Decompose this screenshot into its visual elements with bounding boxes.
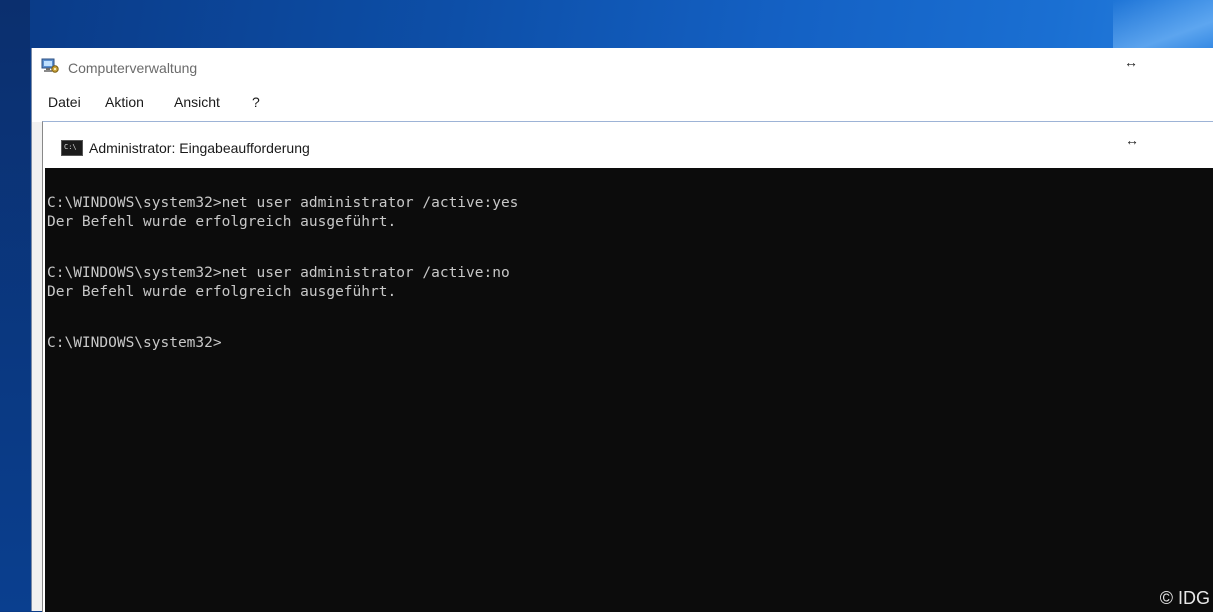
console-line-command: C:\WINDOWS\system32>net user administrat… xyxy=(47,195,519,211)
command-prompt-window[interactable]: C:\ Administrator: Eingabeaufforderung ↔… xyxy=(42,121,1213,612)
resize-arrows-icon[interactable]: ↔ xyxy=(1125,132,1139,148)
menu-ansicht[interactable]: Ansicht xyxy=(174,94,220,110)
console-line-output: Der Befehl wurde erfolgreich ausgeführt. xyxy=(47,284,397,300)
command-prompt-titlebar[interactable]: C:\ Administrator: Eingabeaufforderung ↔ xyxy=(43,122,1213,168)
resize-arrows-icon[interactable]: ↔ xyxy=(1124,54,1138,70)
command-prompt-icon-text: C:\ xyxy=(64,143,77,151)
desktop-background xyxy=(0,0,30,611)
copyright-watermark: © IDG xyxy=(1159,588,1210,608)
console-output[interactable]: C:\WINDOWS\system32>net user administrat… xyxy=(45,168,1213,612)
menu-datei[interactable]: Datei xyxy=(48,94,81,110)
command-prompt-icon: C:\ xyxy=(61,140,83,156)
window-title: Administrator: Eingabeaufforderung xyxy=(89,140,310,156)
console-line-output: Der Befehl wurde erfolgreich ausgeführt. xyxy=(47,214,397,230)
computer-management-icon xyxy=(41,58,59,73)
menu-bar: Datei Aktion Ansicht ? xyxy=(32,92,1213,118)
menu-help[interactable]: ? xyxy=(252,94,260,110)
console-prompt[interactable]: C:\WINDOWS\system32> xyxy=(45,334,1213,353)
computer-management-titlebar[interactable]: Computerverwaltung ↔ xyxy=(32,48,1213,90)
window-title: Computerverwaltung xyxy=(68,60,198,76)
menu-aktion[interactable]: Aktion xyxy=(105,94,144,110)
console-line-command: C:\WINDOWS\system32>net user administrat… xyxy=(47,265,510,281)
